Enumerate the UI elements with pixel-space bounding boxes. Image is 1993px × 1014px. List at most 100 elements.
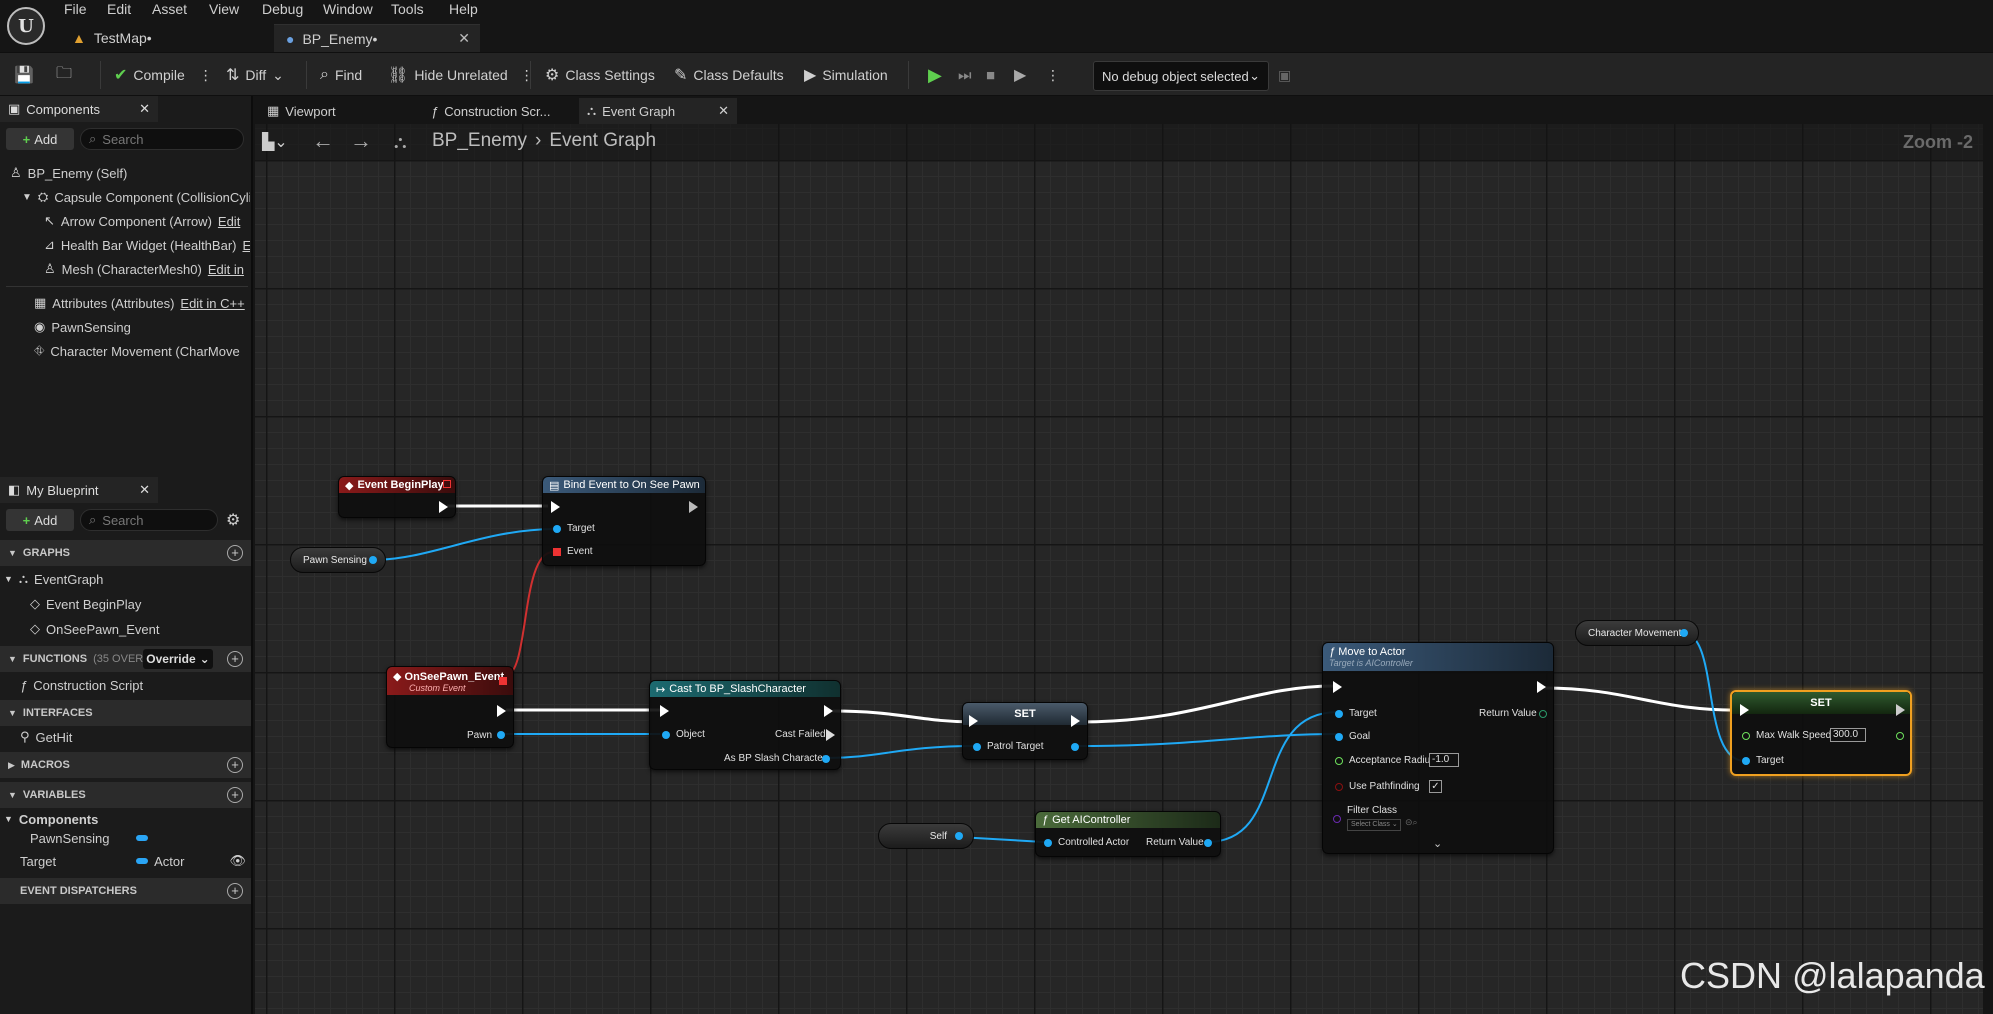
exec-wire [1543, 686, 1745, 712]
pin-label: Object [676, 729, 705, 740]
browse-icon[interactable]: ⊝⌕ [1405, 817, 1418, 828]
as-character-pin[interactable] [822, 755, 830, 763]
pin-label: Max Walk Speed [1756, 730, 1832, 741]
node-get-character-movement[interactable]: Character Movement [1575, 620, 1699, 646]
node-title: ◆ OnSeePawn_Event [393, 670, 504, 683]
node-title: Pawn Sensing [303, 554, 367, 566]
exec-wire [832, 709, 976, 724]
node-title: SET [1810, 697, 1832, 709]
cast-icon: ↦ [656, 683, 666, 696]
node-move-to-actor[interactable]: ƒ Move to Actor Target is AIController T… [1322, 642, 1554, 854]
output-pin[interactable] [369, 556, 377, 564]
node-header: ▤ Bind Event to On See Pawn [543, 477, 705, 493]
node-header: ↦ Cast To BP_SlashCharacter [650, 681, 840, 697]
node-title: Cast To BP_SlashCharacter [669, 683, 806, 695]
return-value-pin[interactable] [1539, 710, 1547, 718]
node-event-beginplay[interactable]: ◆ Event BeginPlay [338, 476, 456, 518]
pin-label: Cast Failed [775, 729, 826, 740]
controlled-actor-pin[interactable] [1044, 839, 1052, 847]
exec-out-pin[interactable] [497, 705, 506, 717]
node-get-aicontroller[interactable]: ƒ Get AIController Controlled Actor Retur… [1035, 811, 1221, 857]
object-pin[interactable] [662, 731, 670, 739]
patrol-target-in-pin[interactable] [973, 743, 981, 751]
exec-in-pin[interactable] [969, 715, 978, 727]
patrol-target-out-pin[interactable] [1071, 743, 1079, 751]
node-title: Bind Event to On See Pawn [563, 479, 700, 491]
exec-in-pin[interactable] [1740, 704, 1749, 716]
max-walk-speed-input[interactable]: 300.0 [1830, 728, 1866, 742]
node-set-max-walk-speed[interactable]: SET Max Walk Speed 300.0 Target [1730, 690, 1912, 776]
max-walk-speed-in-pin[interactable] [1742, 732, 1750, 740]
filter-class-pin[interactable] [1333, 815, 1341, 823]
select-class-dropdown[interactable]: Select Class ⌄ [1347, 819, 1401, 831]
acceptance-radius-input[interactable]: -1.0 [1429, 753, 1459, 767]
node-header: ◆ Event BeginPlay [339, 477, 455, 493]
pawnsensing-wire [371, 528, 554, 561]
max-walk-speed-out-pin[interactable] [1896, 732, 1904, 740]
exec-out-pin[interactable] [1537, 681, 1546, 693]
node-title: Get AIController [1052, 814, 1131, 826]
exec-out-pin[interactable] [1896, 704, 1905, 716]
pin-label: Return Value [1479, 708, 1537, 719]
node-cast-to[interactable]: ↦ Cast To BP_SlashCharacter Object Cast F… [649, 680, 841, 770]
node-title-text: OnSeePawn_Event [404, 670, 505, 683]
node-title: Self [929, 830, 947, 842]
watermark: CSDN @lalapanda [1680, 955, 1985, 996]
acceptance-radius-pin[interactable] [1335, 757, 1343, 765]
use-pathfinding-checkbox[interactable]: ✓ [1429, 780, 1442, 793]
exec-in-pin[interactable] [551, 501, 560, 513]
cast-result-wire [826, 745, 976, 759]
exec-out-pin[interactable] [1071, 715, 1080, 727]
output-pin[interactable] [1680, 629, 1688, 637]
node-header: ƒ Get AIController [1036, 812, 1220, 828]
pin-label: Target [567, 523, 595, 534]
target-pin[interactable] [1335, 710, 1343, 718]
goal-pin[interactable] [1335, 733, 1343, 741]
goal-wire [1076, 733, 1339, 747]
pin-label: Acceptance Radius [1349, 755, 1436, 766]
exec-in-pin[interactable] [660, 705, 669, 717]
pin-label: Goal [1349, 731, 1371, 742]
pin-label: Target [1349, 708, 1377, 719]
cast-failed-pin[interactable] [826, 729, 835, 741]
use-pathfinding-pin[interactable] [1335, 783, 1343, 791]
node-subtitle: Custom Event [409, 682, 466, 693]
function-icon: ƒ [1042, 814, 1049, 826]
node-header: SET [963, 703, 1087, 725]
target-pin[interactable] [553, 525, 561, 533]
node-header: ◆ OnSeePawn_Event Custom Event [387, 667, 513, 695]
expand-chevron-icon[interactable]: ⌄ [1433, 837, 1442, 850]
pin-label: As BP Slash Character [724, 753, 827, 764]
select-class-label: Select Class [1351, 821, 1390, 828]
delegate-pin[interactable] [499, 677, 507, 685]
node-title: Event BeginPlay [357, 479, 444, 491]
node-title: SET [1014, 708, 1036, 720]
event-pin[interactable] [553, 548, 561, 556]
exec-out-pin[interactable] [824, 705, 833, 717]
node-set-patrol-target[interactable]: SET Patrol Target [962, 702, 1088, 760]
pin-label: Pawn [467, 730, 493, 741]
exec-in-pin[interactable] [1333, 681, 1342, 693]
node-self[interactable]: Self [878, 823, 974, 849]
pin-label: Filter Class [1347, 805, 1398, 816]
event-delegate-wire [504, 551, 554, 677]
exec-wire [1079, 684, 1335, 724]
target-pin[interactable] [1742, 757, 1750, 765]
return-value-pin[interactable] [1204, 839, 1212, 847]
function-icon: ƒ [1329, 646, 1339, 658]
pin-label: Return Value [1146, 837, 1204, 848]
pin-label: Patrol Target [987, 741, 1044, 752]
event-icon: ◆ [345, 479, 354, 492]
exec-out-pin[interactable] [439, 501, 448, 513]
exec-out-pin[interactable] [689, 501, 698, 513]
node-wires [371, 504, 1746, 843]
node-bind-event[interactable]: ▤ Bind Event to On See Pawn Target Event [542, 476, 706, 566]
pin-label: Controlled Actor [1058, 837, 1130, 848]
delegate-pin[interactable] [443, 480, 451, 488]
node-header: SET [1732, 692, 1910, 714]
output-pin[interactable] [955, 832, 963, 840]
node-get-pawnsensing[interactable]: Pawn Sensing [290, 547, 386, 573]
pawn-pin[interactable] [497, 731, 505, 739]
pin-label: Event [567, 546, 593, 557]
node-onseepawn-event[interactable]: ◆ OnSeePawn_Event Custom Event Pawn [386, 666, 514, 748]
